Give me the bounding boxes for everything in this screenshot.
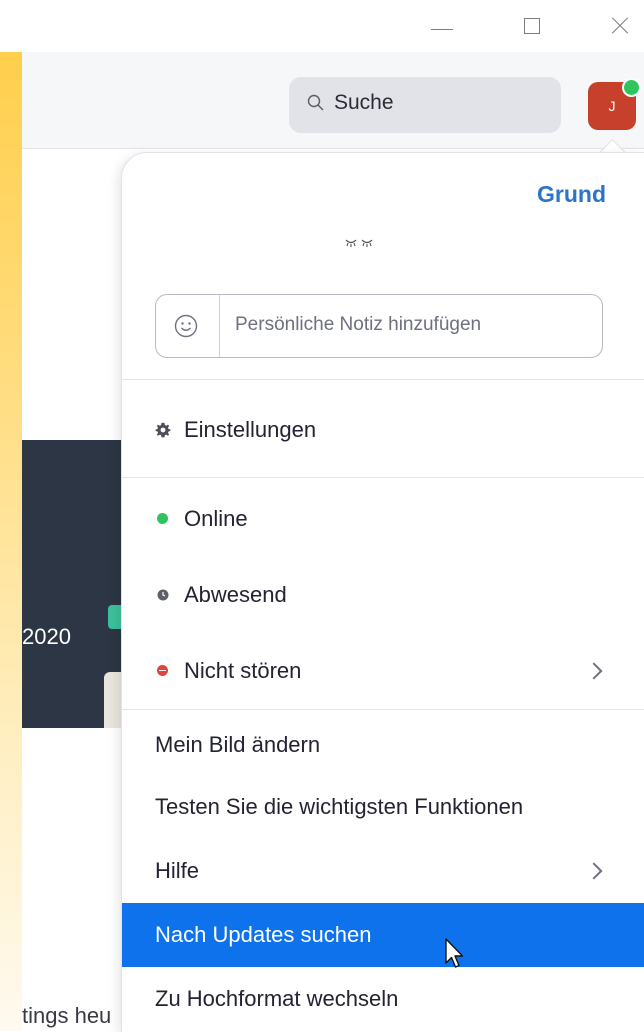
emoji-icon[interactable] (174, 314, 198, 338)
window-titlebar (0, 0, 644, 52)
menu-item-label: Abwesend (184, 582, 287, 607)
menu-item-label: Nicht stören (184, 658, 302, 683)
search-icon (307, 94, 324, 111)
menu-item-switch-portrait[interactable]: Zu Hochformat wechseln (122, 967, 644, 1031)
menu-item-label: Mein Bild ändern (155, 732, 321, 757)
online-status-icon (155, 511, 171, 527)
away-status-icon (155, 587, 171, 603)
plan-label[interactable]: Grund (537, 181, 606, 208)
menu-item-status-away[interactable]: Abwesend (122, 563, 644, 627)
do-not-disturb-icon (155, 663, 171, 679)
minimize-icon[interactable] (427, 10, 457, 40)
background-footer-text: tings heu (22, 1003, 112, 1028)
menu-divider (122, 477, 644, 478)
closed-eyes-icon (345, 239, 373, 247)
menu-item-settings[interactable]: Einstellungen (122, 398, 644, 462)
gear-icon (155, 422, 171, 438)
search-label: Suche (334, 91, 394, 114)
note-field-divider (219, 295, 220, 357)
menu-item-try-features[interactable]: Testen Sie die wichtigsten Funktionen (122, 775, 644, 839)
app-header: Suche J (22, 52, 644, 149)
mouse-cursor-icon (445, 938, 464, 968)
maximize-icon[interactable] (517, 10, 547, 40)
personal-note-field[interactable]: Persönliche Notiz hinzufügen (155, 294, 603, 358)
chevron-right-icon (585, 862, 603, 880)
search-button[interactable]: Suche (289, 77, 561, 133)
menu-item-status-dnd[interactable]: Nicht stören (122, 639, 644, 703)
presence-online-badge (622, 78, 641, 97)
menu-item-label: Zu Hochformat wechseln (155, 986, 399, 1011)
chevron-right-icon (585, 662, 603, 680)
menu-item-change-picture[interactable]: Mein Bild ändern (122, 713, 644, 777)
menu-item-label: Einstellungen (184, 417, 317, 442)
menu-item-label: Hilfe (155, 858, 200, 883)
menu-item-label: Nach Updates suchen (155, 922, 372, 947)
close-icon[interactable] (605, 10, 635, 40)
menu-divider (122, 709, 644, 710)
menu-item-check-updates[interactable]: Nach Updates suchen (122, 903, 644, 967)
note-placeholder: Persönliche Notiz hinzufügen (235, 314, 482, 335)
menu-item-label: Online (184, 506, 248, 531)
menu-item-label: Testen Sie die wichtigsten Funktionen (155, 794, 524, 819)
left-decorative-strip (0, 52, 22, 1031)
background-year-text: 2020 (22, 624, 71, 649)
menu-item-status-online[interactable]: Online (122, 487, 644, 551)
menu-divider (122, 379, 644, 380)
menu-item-help[interactable]: Hilfe (122, 839, 644, 903)
profile-dropdown-menu: Grund Persönliche Notiz hinzufügen Einst… (121, 152, 644, 1032)
